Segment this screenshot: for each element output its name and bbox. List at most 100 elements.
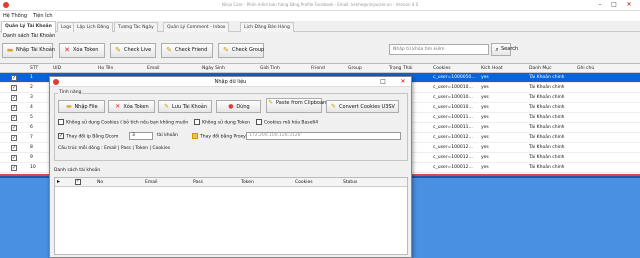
import-dialog: Nhập dữ liệu □ ✕ Tính năng ▬ Nhập File ✕ X… [49, 76, 412, 258]
col-no[interactable]: No [97, 180, 103, 185]
ip-unit-label: tài khoản [157, 133, 179, 138]
row-checkbox[interactable]: ✓ [11, 85, 17, 91]
row-checkbox[interactable]: ✓ [11, 145, 17, 151]
check-friend-button[interactable]: ✎ Check Friend [161, 43, 213, 58]
import-account-button[interactable]: ▬ Nhập Tài Khoản [2, 43, 55, 58]
row-cookies: c_user=100012... [433, 165, 473, 170]
toolbar: ▬ Nhập Tài Khoản ✕ Xóa Token ✎ Check Liv… [0, 41, 640, 61]
window-title: Ninja Care - Phần mềm bán hàng bằng Prof… [221, 2, 419, 7]
col-trang-thai[interactable]: Trạng Thái [389, 66, 412, 71]
pencil-icon: ✎ [267, 99, 274, 106]
stop-button[interactable]: ● Dừng [216, 100, 261, 113]
row-stt: 1 [30, 75, 33, 80]
maximize-icon[interactable]: □ [378, 78, 388, 85]
account-list-label: Danh sách tài khoản [54, 168, 101, 173]
import-file-button[interactable]: ▬ Nhập File [58, 100, 105, 113]
row-cookies: c_user=1000050... [433, 75, 476, 80]
col-stt[interactable]: STT [30, 66, 38, 71]
change-ip-option[interactable]: ✓ Thay đổi ip Bằng Dcom [58, 133, 118, 140]
col-email[interactable]: Email [145, 180, 158, 185]
tab-lich-dang-ban-hang[interactable]: Lịch Đăng Bán Hàng [240, 22, 294, 32]
col-ho-ten[interactable]: Họ Tên [98, 66, 113, 71]
table-header: ▸ ✓ No Email Pass Token Cookies Status [55, 178, 407, 187]
structure-hint: Cấu trúc mỗi dòng : Email | Pass | Token… [58, 146, 171, 151]
pencil-icon: ✎ [115, 46, 121, 54]
row-checkbox[interactable]: ✓ [11, 135, 17, 141]
proxy-input[interactable]: 172.200.100.128:3128 [246, 132, 401, 140]
col-pass[interactable]: Pass [193, 180, 203, 185]
search-input[interactable]: Nhập từ khóa tìm kiếm [389, 44, 489, 55]
checkbox[interactable] [256, 119, 262, 125]
col-friend[interactable]: Friend [311, 66, 325, 71]
tab-tuong-tac-ngay[interactable]: Tương Tác Ngày [114, 22, 158, 32]
col-ghi-chu[interactable]: Ghi chú [577, 66, 594, 71]
row-cookies: c_user=100011... [433, 125, 473, 130]
row-category: Tài Khoản chính [529, 115, 565, 120]
row-stt: 6 [30, 125, 33, 130]
change-proxy-option[interactable]: Thay đổi bằng Proxy [192, 133, 246, 140]
checkbox[interactable] [194, 119, 200, 125]
tab-quan-ly-comment[interactable]: Quản Lý Comment - Inbox [163, 22, 230, 32]
check-live-button[interactable]: ✎ Check Live [110, 43, 156, 58]
row-checkbox[interactable]: ✓ [11, 95, 17, 101]
save-account-button[interactable]: ✎ Lưu Tài Khoản [158, 100, 212, 113]
tab-lap-lich-dang[interactable]: Lập Lịch Đăng [73, 22, 114, 32]
row-checkbox[interactable]: ✓ [11, 105, 17, 111]
row-active: yes [481, 95, 489, 100]
delete-token-button[interactable]: ✕ Xóa Token [59, 43, 105, 58]
paste-clipboard-button[interactable]: ✎ Paste from Clipboard [266, 98, 328, 113]
row-checkbox[interactable]: ✓ [11, 165, 17, 171]
col-gioi-tinh[interactable]: Giới Tính [260, 66, 280, 71]
row-cookies: c_user=100010... [433, 85, 473, 90]
import-list-table[interactable]: ▸ ✓ No Email Pass Token Cookies Status [54, 177, 408, 255]
col-ngay-sinh[interactable]: Ngày Sinh [202, 66, 225, 71]
menu-he-thong[interactable]: Hệ Thống [3, 13, 27, 19]
select-all-arrow-icon: ▸ [57, 178, 61, 185]
row-active: yes [481, 125, 489, 130]
row-active: yes [481, 105, 489, 110]
delete-token-button[interactable]: ✕ Xóa Token [108, 100, 155, 113]
row-active: yes [481, 75, 489, 80]
close-icon[interactable]: ✕ [623, 1, 635, 9]
dialog-titlebar: Nhập dữ liệu □ ✕ [50, 77, 411, 87]
pencil-icon: ✎ [331, 103, 337, 110]
row-cookies: c_user=100011... [433, 115, 473, 120]
close-icon[interactable]: ✕ [398, 78, 408, 85]
check-group-button[interactable]: ✎ Check Group [218, 43, 264, 58]
row-checkbox[interactable]: ✓ [11, 125, 17, 131]
row-active: yes [481, 85, 489, 90]
folder-icon: ▬ [6, 46, 14, 54]
col-status[interactable]: Status [343, 180, 357, 185]
col-token[interactable]: Token [241, 180, 254, 185]
col-group[interactable]: Group [348, 66, 362, 71]
col-kich-hoat[interactable]: Kích Hoạt [481, 66, 503, 71]
checkbox-checked[interactable]: ✓ [58, 133, 64, 139]
no-cookies-option[interactable]: Không sử dụng Cookies ( bỏ tích nếu bạn … [58, 119, 188, 126]
checkbox[interactable] [192, 133, 198, 139]
pencil-icon: ✎ [164, 103, 170, 110]
row-stt: 7 [30, 135, 33, 140]
col-uid[interactable]: UID [53, 66, 61, 71]
row-checkbox[interactable]: ✓ [11, 115, 17, 121]
delete-icon: ✕ [64, 46, 70, 54]
search-button[interactable]: ⌕ Search [491, 43, 518, 56]
col-cookies[interactable]: Cookies [433, 66, 451, 71]
maximize-icon[interactable]: □ [608, 1, 620, 9]
select-all-checkbox[interactable]: ✓ [75, 179, 81, 185]
col-danh-muc[interactable]: Danh Mục [529, 66, 552, 71]
convert-cookies-button[interactable]: ✎ Convert Cookies U3SV [326, 100, 399, 113]
tab-quan-ly-tai-khoan[interactable]: Quản Lý Tài Khoản [1, 21, 56, 33]
col-cookies[interactable]: Cookies [295, 180, 313, 185]
menu-tien-ich[interactable]: Tiện Ích [33, 13, 53, 19]
ip-count-stepper[interactable]: 3 [129, 132, 153, 140]
checkbox[interactable] [58, 119, 64, 125]
row-checkbox[interactable]: ✓ [11, 75, 17, 81]
features-group-label: Tính năng [58, 90, 83, 95]
row-active: yes [481, 135, 489, 140]
row-checkbox[interactable]: ✓ [11, 155, 17, 161]
no-token-option[interactable]: Không sử dụng Token [194, 119, 250, 126]
row-cookies: c_user=100012... [433, 145, 473, 150]
col-email[interactable]: Email [147, 66, 160, 71]
cookies-base64-option[interactable]: Cookies mã hóa Base64 [256, 119, 318, 126]
minimize-icon[interactable]: – [594, 1, 606, 9]
